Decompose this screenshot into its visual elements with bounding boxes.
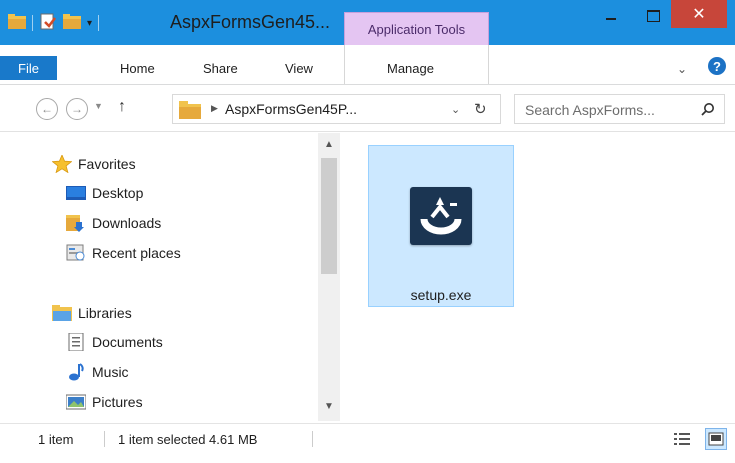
close-button[interactable]: ✕	[671, 0, 727, 28]
navigation-pane: Favorites Desktop Downloads Recent place…	[0, 133, 345, 421]
properties-icon[interactable]	[39, 13, 57, 34]
nav-item-downloads[interactable]: Downloads	[66, 210, 161, 236]
desktop-icon	[66, 184, 86, 202]
scroll-down-icon[interactable]: ▼	[324, 401, 334, 412]
recent-places-icon	[66, 244, 86, 262]
tab-home[interactable]: Home	[120, 61, 155, 76]
title-bar: ▾ AspxFormsGen45... Application Tools ✕	[0, 0, 735, 45]
scrollbar-thumb[interactable]	[321, 158, 337, 274]
folder-icon	[179, 101, 201, 122]
up-arrow-icon[interactable]: ↑	[118, 98, 126, 116]
music-icon	[66, 363, 86, 381]
installer-icon	[410, 187, 472, 245]
maximize-button[interactable]	[640, 6, 666, 26]
selection-info: 1 item selected 4.61 MB	[118, 432, 258, 447]
navigation-scrollbar[interactable]: ▲ ▼	[318, 133, 340, 421]
status-bar: 1 item 1 item selected 4.61 MB	[0, 423, 735, 463]
address-history-dropdown-icon[interactable]: ⌄	[451, 103, 460, 116]
back-button[interactable]: ←	[36, 98, 58, 120]
nav-item-music[interactable]: Music	[66, 359, 129, 385]
tab-file[interactable]: File	[0, 56, 57, 80]
file-list: setup.exe	[345, 133, 735, 421]
libraries-icon	[52, 304, 72, 322]
status-divider	[104, 431, 105, 447]
nav-item-label: Recent places	[92, 245, 181, 261]
star-icon	[52, 155, 72, 173]
toolbar-divider	[32, 15, 33, 31]
forward-button[interactable]: →	[66, 98, 88, 120]
recent-locations-icon[interactable]: ▼	[94, 101, 103, 111]
search-placeholder: Search AspxForms...	[525, 102, 655, 118]
new-folder-icon[interactable]	[63, 13, 81, 33]
nav-item-label: Downloads	[92, 215, 162, 231]
details-view-button[interactable]	[671, 428, 693, 450]
nav-item-documents[interactable]: Documents	[66, 329, 163, 355]
nav-item-label: Pictures	[92, 394, 143, 410]
large-icons-view-icon	[708, 432, 724, 446]
large-icons-view-button[interactable]	[705, 428, 727, 450]
nav-item-label: Documents	[92, 334, 163, 350]
nav-libraries[interactable]: Libraries	[52, 300, 132, 326]
tab-manage[interactable]: Manage	[387, 61, 434, 76]
nav-item-pictures[interactable]: Pictures	[66, 389, 143, 415]
item-count: 1 item	[38, 432, 74, 447]
nav-item-label: Music	[92, 364, 129, 380]
help-icon[interactable]: ?	[708, 57, 726, 75]
downloads-icon	[66, 214, 86, 232]
minimize-button[interactable]	[598, 6, 624, 26]
nav-libraries-label: Libraries	[78, 305, 132, 321]
close-icon: ✕	[692, 6, 706, 23]
nav-item-recent-places[interactable]: Recent places	[66, 240, 181, 266]
nav-favorites[interactable]: Favorites	[52, 151, 136, 177]
back-arrow-icon: ←	[41, 102, 53, 116]
address-row: ← → ▼ ↑ ▶ AspxFormsGen45P... ⌄ ↻ Search …	[0, 86, 735, 132]
nav-item-label: Desktop	[92, 185, 144, 201]
scroll-up-icon[interactable]: ▲	[324, 139, 334, 150]
refresh-icon[interactable]: ↻	[474, 100, 487, 118]
tab-share[interactable]: Share	[203, 61, 238, 76]
search-icon[interactable]	[701, 102, 715, 119]
application-tools-context-tab[interactable]: Application Tools	[344, 12, 489, 45]
address-path: AspxFormsGen45P...	[225, 101, 358, 117]
breadcrumb-chevron-icon[interactable]: ▶	[211, 103, 218, 114]
toolbar-divider	[98, 15, 100, 31]
status-divider	[312, 431, 313, 447]
file-name: setup.exe	[410, 287, 472, 303]
details-view-icon	[674, 433, 690, 445]
expand-ribbon-icon[interactable]: ⌄	[677, 62, 687, 76]
customize-toolbar-icon[interactable]: ▾	[87, 18, 92, 29]
nav-item-desktop[interactable]: Desktop	[66, 180, 143, 206]
address-bar[interactable]: ▶ AspxFormsGen45P... ⌄ ↻	[172, 94, 501, 124]
file-item-setup[interactable]: setup.exe	[368, 145, 514, 307]
ribbon: File Home Share View Manage ⌄ ?	[0, 45, 735, 85]
quick-access-toolbar: ▾	[8, 12, 100, 34]
pictures-icon	[66, 393, 86, 411]
nav-favorites-label: Favorites	[78, 156, 136, 172]
forward-arrow-icon: →	[71, 102, 83, 116]
search-input[interactable]: Search AspxForms...	[514, 94, 725, 124]
folder-icon	[8, 13, 26, 33]
documents-icon	[66, 333, 86, 351]
window-title: AspxFormsGen45...	[170, 12, 331, 32]
tab-view[interactable]: View	[285, 61, 313, 76]
